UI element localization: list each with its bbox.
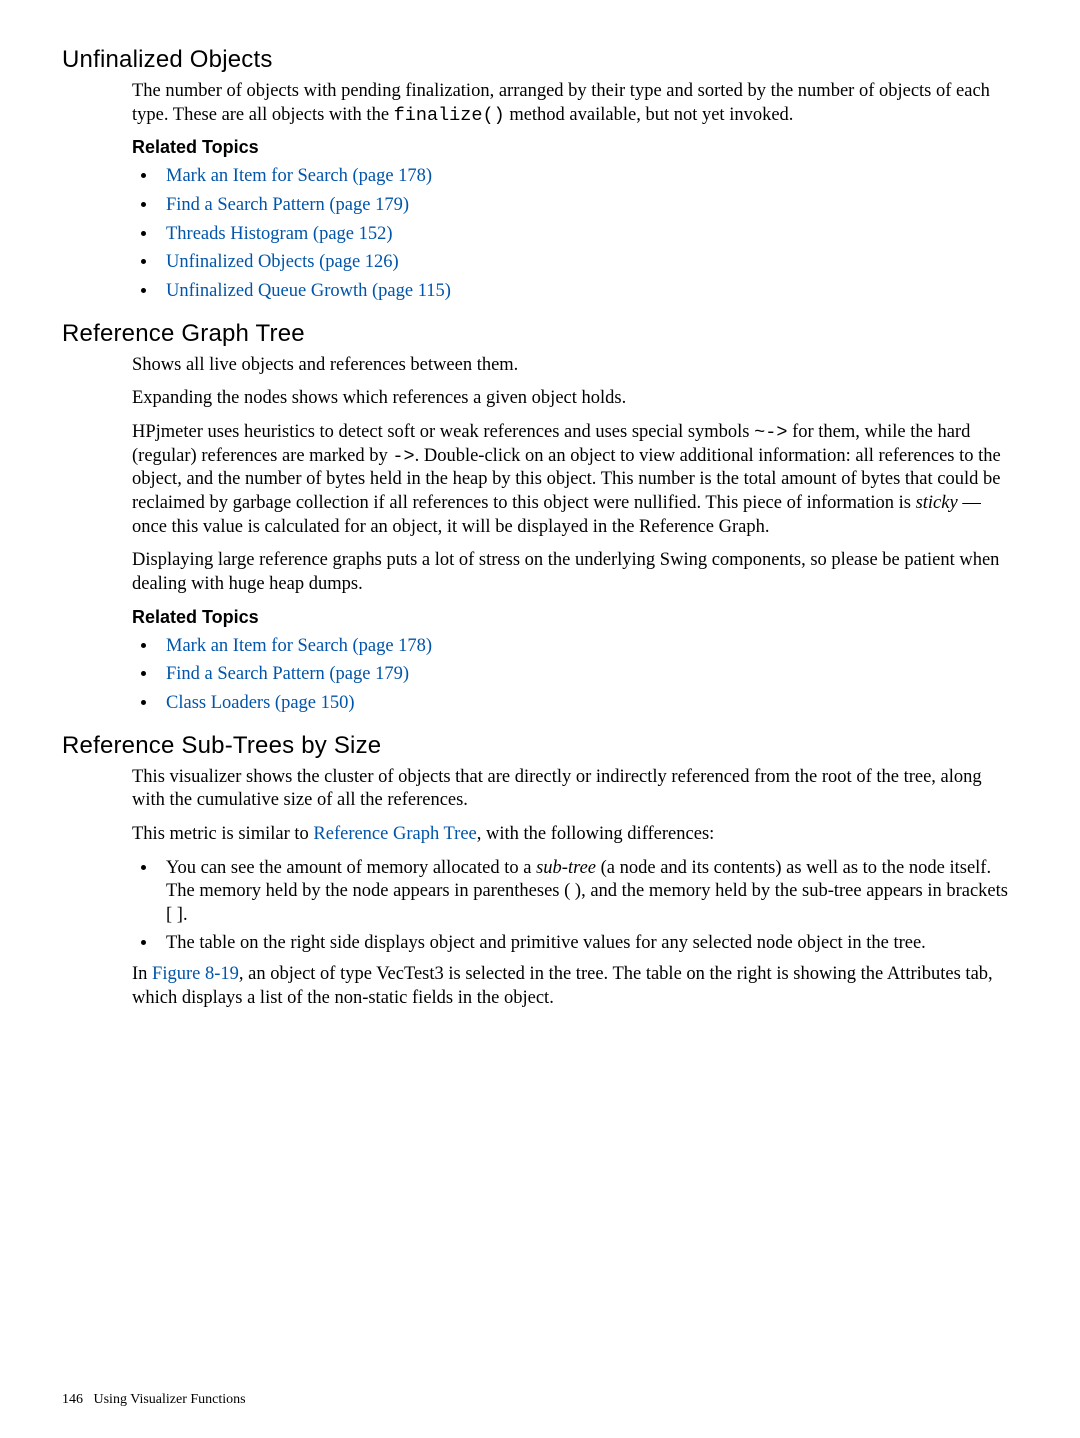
link-mark-item-for-search[interactable]: Mark an Item for Search (page 178) <box>166 166 432 186</box>
list-item: Find a Search Pattern (page 179) <box>158 660 1018 689</box>
symbol-soft-ref: ~-> <box>754 422 787 443</box>
paragraph: Shows all live objects and references be… <box>132 354 1018 378</box>
link-class-loaders[interactable]: Class Loaders (page 150) <box>166 693 355 713</box>
list-item: Threads Histogram (page 152) <box>158 220 1018 249</box>
code-finalize: finalize() <box>394 105 505 126</box>
link-figure-8-19[interactable]: Figure 8-19 <box>152 964 239 984</box>
paragraph: The number of objects with pending final… <box>132 80 1018 127</box>
link-find-search-pattern[interactable]: Find a Search Pattern (page 179) <box>166 195 409 215</box>
heading-reference-sub-trees: Reference Sub-Trees by Size <box>62 732 1018 760</box>
text: , an object of type VecTest3 is selected… <box>132 964 993 1008</box>
text: This metric is similar to <box>132 824 313 844</box>
heading-related-topics: Related Topics <box>132 137 1018 158</box>
paragraph: This visualizer shows the cluster of obj… <box>132 766 1018 813</box>
related-topics-list: Mark an Item for Search (page 178) Find … <box>132 162 1018 305</box>
list-item: The table on the right side displays obj… <box>158 932 1018 956</box>
heading-reference-graph-tree: Reference Graph Tree <box>62 320 1018 348</box>
emphasis-subtree: sub-tree <box>536 858 596 878</box>
list-item: Unfinalized Objects (page 126) <box>158 248 1018 277</box>
text: , with the following differences: <box>477 824 715 844</box>
text: In <box>132 964 152 984</box>
text: You can see the amount of memory allocat… <box>166 858 536 878</box>
chapter-title: Using Visualizer Functions <box>94 1392 246 1407</box>
related-topics-list: Mark an Item for Search (page 178) Find … <box>132 632 1018 718</box>
paragraph: This metric is similar to Reference Grap… <box>132 823 1018 847</box>
list-item: Unfinalized Queue Growth (page 115) <box>158 277 1018 306</box>
link-find-search-pattern[interactable]: Find a Search Pattern (page 179) <box>166 664 409 684</box>
text: method available, but not yet invoked. <box>505 105 794 125</box>
link-unfinalized-objects[interactable]: Unfinalized Objects (page 126) <box>166 252 399 272</box>
paragraph: Expanding the nodes shows which referenc… <box>132 387 1018 411</box>
list-item: Mark an Item for Search (page 178) <box>158 162 1018 191</box>
heading-unfinalized-objects: Unfinalized Objects <box>62 46 1018 74</box>
symbol-hard-ref: -> <box>392 446 414 467</box>
link-reference-graph-tree[interactable]: Reference Graph Tree <box>313 824 476 844</box>
paragraph: HPjmeter uses heuristics to detect soft … <box>132 421 1018 539</box>
link-mark-item-for-search[interactable]: Mark an Item for Search (page 178) <box>166 636 432 656</box>
text: HPjmeter uses heuristics to detect soft … <box>132 422 754 442</box>
paragraph: Displaying large reference graphs puts a… <box>132 549 1018 596</box>
list-item: Mark an Item for Search (page 178) <box>158 632 1018 661</box>
emphasis-sticky: sticky <box>916 493 958 513</box>
link-threads-histogram[interactable]: Threads Histogram (page 152) <box>166 224 393 244</box>
list-item: Class Loaders (page 150) <box>158 689 1018 718</box>
link-unfinalized-queue-growth[interactable]: Unfinalized Queue Growth (page 115) <box>166 281 451 301</box>
list-item: Find a Search Pattern (page 179) <box>158 191 1018 220</box>
heading-related-topics: Related Topics <box>132 607 1018 628</box>
differences-list: You can see the amount of memory allocat… <box>132 857 1018 956</box>
list-item: You can see the amount of memory allocat… <box>158 857 1018 928</box>
page-number: 146 <box>62 1392 83 1407</box>
paragraph: In Figure 8-19, an object of type VecTes… <box>132 963 1018 1010</box>
